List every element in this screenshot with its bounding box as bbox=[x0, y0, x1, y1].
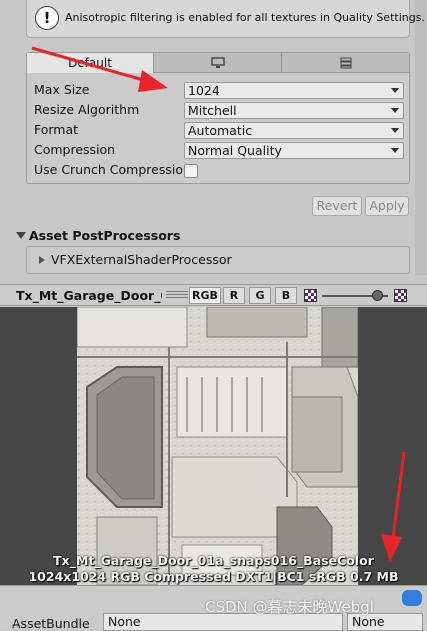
preview-toolbar: Tx_Mt_Garage_Door_01a RGB R G B bbox=[0, 284, 427, 306]
format-value: Automatic bbox=[188, 123, 253, 138]
crunch-compression-label: Use Crunch Compression bbox=[34, 162, 191, 177]
channel-b-button[interactable]: B bbox=[275, 287, 297, 304]
drag-handle-icon[interactable] bbox=[166, 291, 188, 299]
channel-rgb-button[interactable]: RGB bbox=[189, 287, 221, 304]
chevron-down-icon bbox=[391, 148, 399, 153]
expand-arrow-icon[interactable] bbox=[39, 256, 45, 264]
max-size-label: Max Size bbox=[34, 82, 90, 97]
postprocessor-item[interactable]: VFXExternalShaderProcessor bbox=[51, 252, 232, 267]
mip-small-icon bbox=[304, 289, 317, 302]
tab-default[interactable]: Default bbox=[27, 53, 154, 73]
format-dropdown[interactable]: Automatic bbox=[184, 122, 404, 139]
resize-algorithm-dropdown[interactable]: Mitchell bbox=[184, 102, 404, 119]
watermark-text: CSDN @暮志未晚Webgl bbox=[205, 598, 374, 616]
texture-name-label: Tx_Mt_Garage_Door_01a_snaps016_BaseColor bbox=[53, 553, 374, 568]
info-message: Anisotropic filtering is enabled for all… bbox=[65, 11, 425, 24]
compression-label: Compression bbox=[34, 142, 116, 157]
crunch-compression-checkbox[interactable] bbox=[184, 164, 198, 178]
preview-title: Tx_Mt_Garage_Door_01a bbox=[16, 288, 162, 303]
server-icon bbox=[340, 57, 351, 69]
chevron-down-icon bbox=[391, 128, 399, 133]
inspector-scrollbar[interactable] bbox=[415, 0, 427, 275]
channel-g-button[interactable]: G bbox=[249, 287, 271, 304]
texture-preview-area: Tx_Mt_Garage_Door_01a_snaps016_BaseColor… bbox=[0, 307, 427, 585]
max-size-value: 1024 bbox=[188, 83, 220, 98]
tab-default-label: Default bbox=[68, 56, 112, 70]
revert-button[interactable]: Revert bbox=[312, 196, 362, 216]
info-exclamation-icon: ! bbox=[35, 6, 59, 30]
platform-settings-panel: Default Max Size 1024 Resize Algorithm M… bbox=[26, 52, 410, 184]
texture-preview-image bbox=[77, 307, 358, 585]
info-message-box: ! Anisotropic filtering is enabled for a… bbox=[26, 0, 425, 38]
watermark-badge-icon bbox=[402, 590, 422, 606]
compression-dropdown[interactable]: Normal Quality bbox=[184, 142, 404, 159]
chevron-down-icon bbox=[391, 88, 399, 93]
compression-value: Normal Quality bbox=[188, 143, 282, 158]
foldout-arrow-icon[interactable] bbox=[16, 232, 26, 239]
chevron-down-icon bbox=[391, 108, 399, 113]
format-label: Format bbox=[34, 122, 79, 137]
postprocessors-list: VFXExternalShaderProcessor bbox=[26, 246, 410, 274]
mip-level-slider-thumb[interactable] bbox=[372, 290, 383, 301]
texture-details-label: 1024x1024 RGB Compressed DXT1|BC1 sRGB 0… bbox=[28, 569, 399, 584]
tab-standalone[interactable] bbox=[154, 53, 282, 73]
postprocessors-header[interactable]: Asset PostProcessors bbox=[29, 228, 180, 243]
monitor-icon bbox=[210, 57, 225, 68]
channel-r-button[interactable]: R bbox=[223, 287, 245, 304]
apply-button[interactable]: Apply bbox=[365, 196, 409, 216]
resize-algorithm-label: Resize Algorithm bbox=[34, 102, 140, 117]
mip-large-icon bbox=[394, 289, 407, 302]
resize-algorithm-value: Mitchell bbox=[188, 103, 237, 118]
tab-server[interactable] bbox=[282, 53, 409, 73]
max-size-dropdown[interactable]: 1024 bbox=[184, 82, 404, 99]
